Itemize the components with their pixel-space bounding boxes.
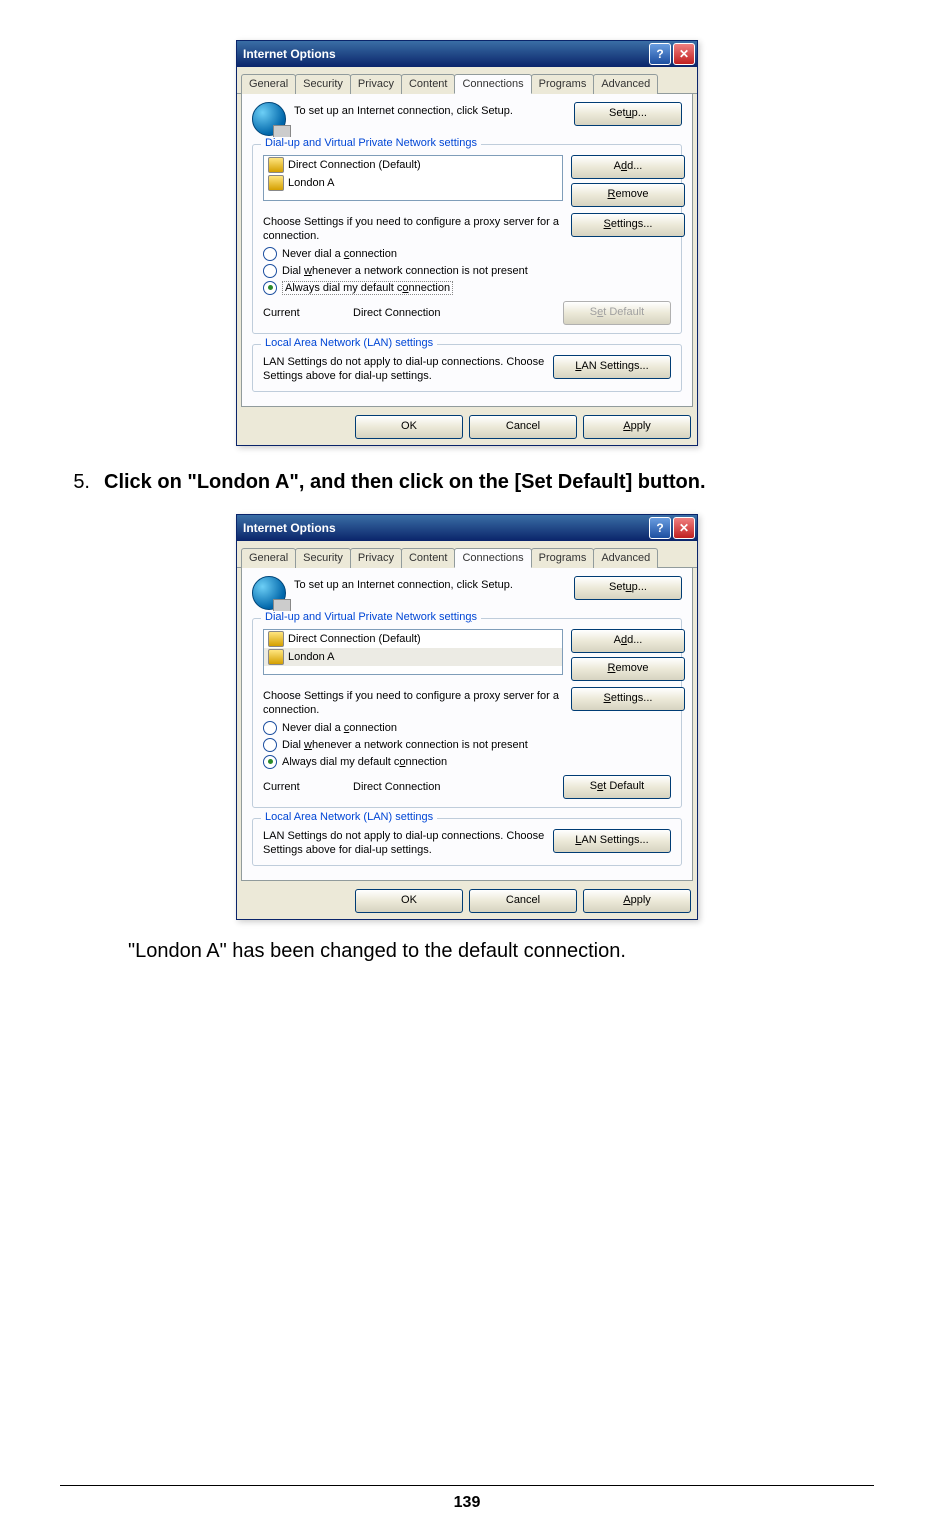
lan-text: LAN Settings do not apply to dial-up con…: [263, 829, 545, 858]
globe-icon: [252, 576, 286, 610]
connection-icon: [268, 631, 284, 647]
tab-security[interactable]: Security: [295, 548, 351, 568]
add-button[interactable]: Add...: [571, 155, 685, 179]
radio-dialwhen[interactable]: Dial whenever a network connection is no…: [263, 738, 671, 752]
group-lan: Local Area Network (LAN) settings LAN Se…: [252, 818, 682, 867]
remove-button[interactable]: Remove: [571, 657, 685, 681]
tab-strip: General Security Privacy Content Connect…: [237, 541, 697, 568]
group-lan-legend: Local Area Network (LAN) settings: [261, 337, 437, 349]
list-item[interactable]: Direct Connection (Default): [264, 156, 562, 174]
set-default-button: Set Default: [563, 301, 671, 325]
setup-intro-text: To set up an Internet connection, click …: [294, 102, 566, 118]
lan-settings-button[interactable]: LAN Settings...: [553, 829, 671, 853]
title-bar[interactable]: Internet Options ? ✕: [237, 515, 697, 541]
cancel-button[interactable]: Cancel: [469, 889, 577, 913]
radio-icon: [263, 738, 277, 752]
setup-intro-text: To set up an Internet connection, click …: [294, 576, 566, 592]
tab-connections[interactable]: Connections: [454, 74, 531, 94]
settings-button[interactable]: Settings...: [571, 213, 685, 237]
list-item[interactable]: London A: [264, 648, 562, 666]
tab-general[interactable]: General: [241, 74, 296, 94]
screenshot-2: Internet Options ? ✕ General Security Pr…: [60, 514, 874, 920]
dialog-buttons: OK Cancel Apply: [237, 407, 697, 445]
setup-button[interactable]: Setup...: [574, 576, 682, 600]
result-caption: "London A" has been changed to the defau…: [128, 940, 874, 963]
globe-icon: [252, 102, 286, 136]
close-icon[interactable]: ✕: [673, 517, 695, 539]
current-value: Direct Connection: [353, 781, 563, 793]
lan-settings-button[interactable]: LAN Settings...: [553, 355, 671, 379]
internet-options-dialog-2: Internet Options ? ✕ General Security Pr…: [236, 514, 698, 920]
group-dialup: Dial-up and Virtual Private Network sett…: [252, 618, 682, 808]
tab-security[interactable]: Security: [295, 74, 351, 94]
lan-text: LAN Settings do not apply to dial-up con…: [263, 355, 545, 384]
group-dialup: Dial-up and Virtual Private Network sett…: [252, 144, 682, 334]
setup-button[interactable]: Setup...: [574, 102, 682, 126]
tab-advanced[interactable]: Advanced: [593, 548, 658, 568]
window-title: Internet Options: [243, 47, 649, 61]
title-buttons: ? ✕: [649, 517, 695, 539]
tab-strip: General Security Privacy Content Connect…: [237, 67, 697, 94]
dialog-buttons: OK Cancel Apply: [237, 881, 697, 919]
title-buttons: ? ✕: [649, 43, 695, 65]
radio-never[interactable]: Never dial a connection: [263, 247, 671, 261]
tab-content[interactable]: Content: [401, 548, 456, 568]
proxy-text: Choose Settings if you need to configure…: [263, 213, 563, 244]
cancel-button[interactable]: Cancel: [469, 415, 577, 439]
tab-programs[interactable]: Programs: [531, 548, 595, 568]
connection-icon: [268, 649, 284, 665]
tab-advanced[interactable]: Advanced: [593, 74, 658, 94]
screenshot-1: Internet Options ? ✕ General Security Pr…: [60, 40, 874, 446]
proxy-text: Choose Settings if you need to configure…: [263, 687, 563, 718]
radio-icon: [263, 755, 277, 769]
current-label: Current: [263, 307, 353, 319]
page-number: 139: [60, 1485, 874, 1512]
ok-button[interactable]: OK: [355, 889, 463, 913]
radio-icon: [263, 264, 277, 278]
connection-icon: [268, 175, 284, 191]
help-icon[interactable]: ?: [649, 43, 671, 65]
radio-never[interactable]: Never dial a connection: [263, 721, 671, 735]
step-5: 5. Click on "London A", and then click o…: [60, 471, 874, 494]
radio-always[interactable]: Always dial my default connection: [263, 281, 671, 295]
group-lan-legend: Local Area Network (LAN) settings: [261, 811, 437, 823]
connection-icon: [268, 157, 284, 173]
panel-connections: To set up an Internet connection, click …: [241, 94, 693, 407]
window-title: Internet Options: [243, 521, 649, 535]
list-item[interactable]: London A: [264, 174, 562, 192]
tab-general[interactable]: General: [241, 548, 296, 568]
connections-list[interactable]: Direct Connection (Default) London A: [263, 629, 563, 675]
tab-connections[interactable]: Connections: [454, 548, 531, 568]
settings-button[interactable]: Settings...: [571, 687, 685, 711]
internet-options-dialog: Internet Options ? ✕ General Security Pr…: [236, 40, 698, 446]
title-bar[interactable]: Internet Options ? ✕: [237, 41, 697, 67]
connections-list[interactable]: Direct Connection (Default) London A: [263, 155, 563, 201]
current-value: Direct Connection: [353, 307, 563, 319]
radio-icon: [263, 281, 277, 295]
ok-button[interactable]: OK: [355, 415, 463, 439]
set-default-button[interactable]: Set Default: [563, 775, 671, 799]
step-number: 5.: [60, 471, 90, 494]
radio-icon: [263, 721, 277, 735]
panel-connections: To set up an Internet connection, click …: [241, 568, 693, 881]
list-item[interactable]: Direct Connection (Default): [264, 630, 562, 648]
remove-button[interactable]: Remove: [571, 183, 685, 207]
group-dialup-legend: Dial-up and Virtual Private Network sett…: [261, 611, 481, 623]
apply-button[interactable]: Apply: [583, 415, 691, 439]
radio-dialwhen[interactable]: Dial whenever a network connection is no…: [263, 264, 671, 278]
step-text: Click on "London A", and then click on t…: [104, 471, 706, 494]
current-label: Current: [263, 781, 353, 793]
help-icon[interactable]: ?: [649, 517, 671, 539]
group-dialup-legend: Dial-up and Virtual Private Network sett…: [261, 137, 481, 149]
tab-content[interactable]: Content: [401, 74, 456, 94]
tab-programs[interactable]: Programs: [531, 74, 595, 94]
radio-always[interactable]: Always dial my default connection: [263, 755, 671, 769]
radio-icon: [263, 247, 277, 261]
close-icon[interactable]: ✕: [673, 43, 695, 65]
group-lan: Local Area Network (LAN) settings LAN Se…: [252, 344, 682, 393]
tab-privacy[interactable]: Privacy: [350, 548, 402, 568]
add-button[interactable]: Add...: [571, 629, 685, 653]
apply-button[interactable]: Apply: [583, 889, 691, 913]
tab-privacy[interactable]: Privacy: [350, 74, 402, 94]
